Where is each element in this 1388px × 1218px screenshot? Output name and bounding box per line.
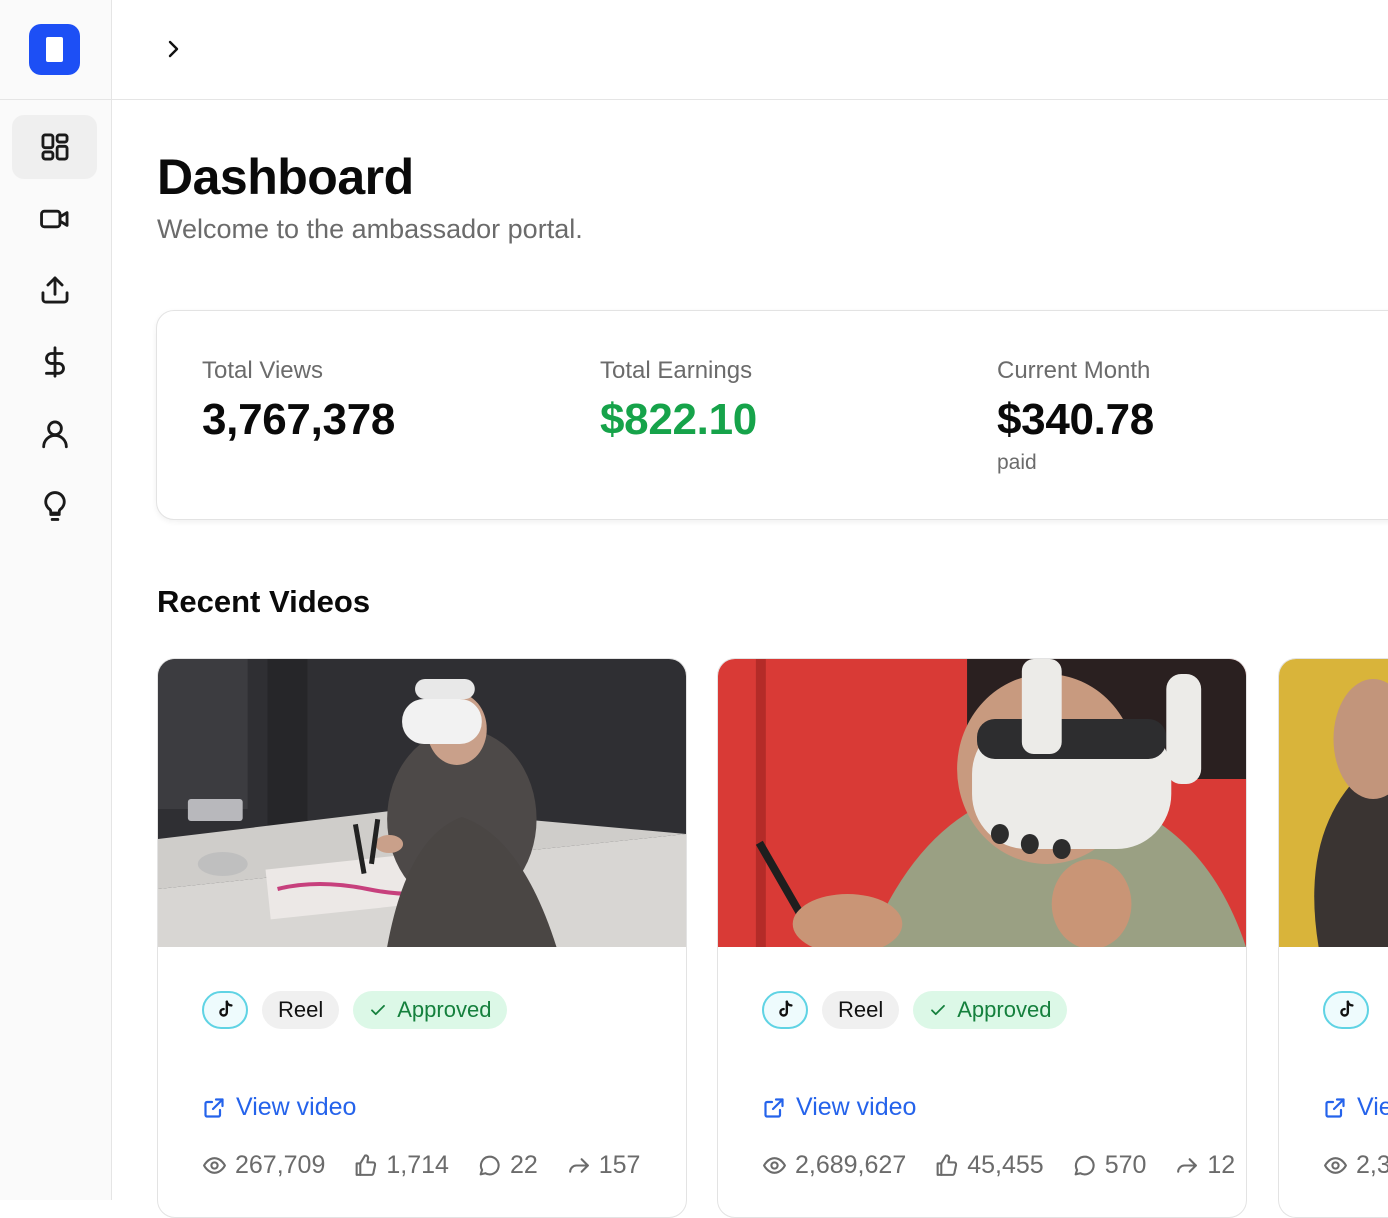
comments-metric: 22 [477,1151,538,1180]
stat-value: $822.10 [600,395,757,445]
views-metric: 2,3 [1323,1151,1388,1180]
tiktok-icon [1335,999,1357,1021]
stat-label: Total Earnings [600,357,757,385]
share-arrow-icon [566,1153,591,1178]
video-card: Reel Approved View video 2,689,627 45,45… [717,658,1247,1218]
platform-badge [1323,991,1369,1029]
sidebar-divider [0,99,112,100]
video-camera-icon [38,202,72,236]
stat-label: Total Views [202,357,395,385]
sidebar-item-profile[interactable] [12,402,97,466]
view-video-label: View video [796,1093,916,1122]
external-link-icon [202,1096,226,1120]
stat-total-earnings: Total Earnings $822.10 [600,357,757,445]
video-thumbnail[interactable] [718,659,1246,947]
video-badges [1323,991,1369,1029]
status-badge: Approved [353,991,507,1029]
app-logo[interactable] [29,24,80,75]
thumbs-up-icon [934,1153,959,1178]
comments-count: 22 [510,1151,538,1180]
eye-icon [202,1153,227,1178]
check-icon [369,1001,387,1019]
video-metrics: 267,709 1,714 22 157 [202,1151,640,1180]
chevron-right-icon [162,36,186,62]
video-thumbnail[interactable] [158,659,686,947]
expand-sidebar-button[interactable] [162,36,186,62]
lightbulb-icon [38,489,72,523]
likes-count: 1,714 [386,1151,449,1180]
status-label: Approved [397,997,491,1023]
type-badge: Reel [822,991,899,1029]
view-video-label: View video [236,1093,356,1122]
user-icon [38,417,72,451]
external-link-icon [762,1096,786,1120]
shares-count: 157 [599,1151,641,1180]
upload-icon [38,273,72,307]
view-video-link[interactable]: View video [202,1093,356,1122]
top-bar [112,0,1388,100]
sidebar-item-earnings[interactable] [12,330,97,394]
video-card: Vie 2,3 [1278,658,1388,1218]
stat-note: paid [997,451,1154,475]
stats-card: Total Views 3,767,378 Total Earnings $82… [156,310,1388,520]
thumbs-up-icon [353,1153,378,1178]
view-video-link[interactable]: Vie [1323,1093,1388,1122]
stat-current-month: Current Month $340.78 paid [997,357,1154,475]
eye-icon [1323,1153,1348,1178]
platform-badge [762,991,808,1029]
video-thumbnail[interactable] [1279,659,1388,947]
share-arrow-icon [1174,1153,1199,1178]
comment-icon [1072,1153,1097,1178]
comment-icon [477,1153,502,1178]
comments-count: 570 [1105,1151,1147,1180]
likes-metric: 45,455 [934,1151,1043,1180]
video-metrics: 2,3 [1323,1151,1388,1180]
sidebar-item-ideas[interactable] [12,474,97,538]
likes-count: 45,455 [967,1151,1043,1180]
comments-metric: 570 [1072,1151,1147,1180]
shares-metric: 157 [566,1151,641,1180]
video-card: Reel Approved View video 267,709 1,714 2… [157,658,687,1218]
view-video-link[interactable]: View video [762,1093,916,1122]
type-badge: Reel [262,991,339,1029]
shares-metric: 12 [1174,1151,1235,1180]
views-count: 2,3 [1356,1151,1388,1180]
video-badges: Reel Approved [202,991,507,1029]
views-count: 267,709 [235,1151,325,1180]
views-metric: 267,709 [202,1151,325,1180]
tiktok-icon [774,999,796,1021]
stat-value: $340.78 [997,395,1154,445]
view-video-label: Vie [1357,1093,1388,1122]
views-count: 2,689,627 [795,1151,906,1180]
status-badge: Approved [913,991,1067,1029]
sidebar-item-videos[interactable] [12,187,97,251]
dollar-icon [38,345,72,379]
sidebar-item-upload[interactable] [12,258,97,322]
stat-total-views: Total Views 3,767,378 [202,357,395,445]
stat-label: Current Month [997,357,1154,385]
sidebar-item-dashboard[interactable] [12,115,97,179]
tiktok-icon [214,999,236,1021]
views-metric: 2,689,627 [762,1151,906,1180]
likes-metric: 1,714 [353,1151,449,1180]
page-title: Dashboard [157,148,414,206]
platform-badge [202,991,248,1029]
video-badges: Reel Approved [762,991,1067,1029]
section-title-recent-videos: Recent Videos [157,584,370,620]
status-label: Approved [957,997,1051,1023]
video-metrics: 2,689,627 45,455 570 12 [762,1151,1235,1180]
sidebar [0,0,112,1200]
grid-icon [38,130,72,164]
page-subtitle: Welcome to the ambassador portal. [157,214,583,245]
external-link-icon [1323,1096,1347,1120]
check-icon [929,1001,947,1019]
eye-icon [762,1153,787,1178]
shares-count: 12 [1207,1151,1235,1180]
stat-value: 3,767,378 [202,395,395,445]
